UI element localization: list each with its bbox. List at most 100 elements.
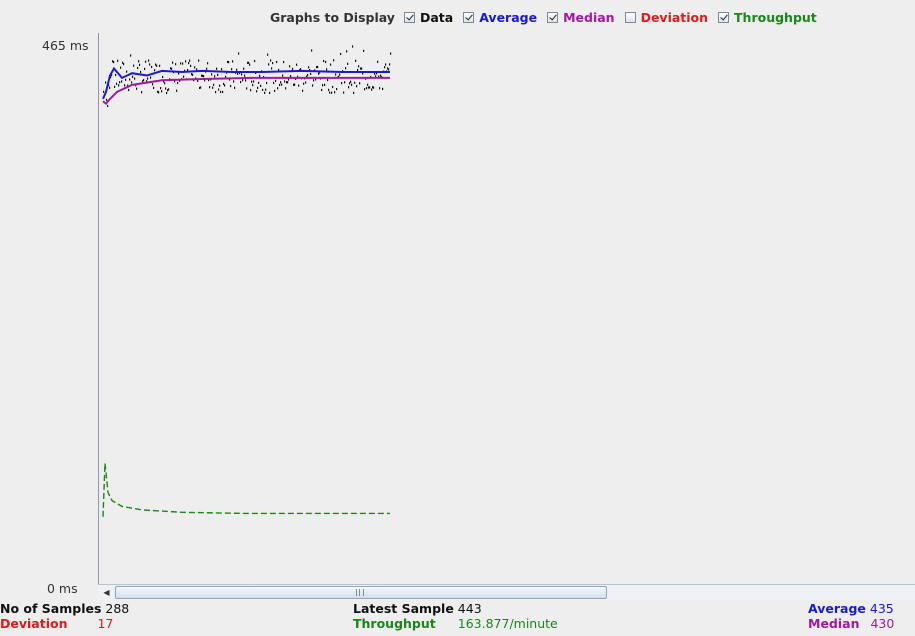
data-point [123, 63, 125, 66]
data-point [221, 68, 223, 71]
data-point [324, 83, 326, 86]
data-point [292, 67, 294, 70]
data-point [118, 84, 120, 87]
data-point [322, 84, 324, 87]
data-point [382, 87, 384, 90]
data-point [148, 59, 150, 62]
data-checkbox-box[interactable] [403, 11, 415, 23]
data-point [147, 77, 149, 80]
data-point [194, 66, 196, 69]
data-point [214, 75, 216, 78]
data-point [131, 81, 133, 84]
data-point [212, 86, 214, 89]
data-point [172, 61, 174, 64]
deviation-stat: Deviation 17 [0, 616, 113, 631]
data-point [276, 60, 278, 64]
data-point [298, 84, 300, 87]
data-point [216, 67, 218, 70]
horizontal-scrollbar[interactable]: ◀ [98, 584, 915, 600]
latest-sample-stat: Latest Sample 443 [353, 601, 482, 616]
data-point [192, 73, 194, 76]
data-point [347, 62, 349, 65]
data-point [253, 80, 255, 83]
data-point [106, 98, 108, 101]
data-point [224, 84, 226, 87]
data-point [336, 88, 338, 91]
data-point [296, 63, 298, 66]
data-point [273, 81, 275, 84]
graphs-to-display-bar: Graphs to Display Data Average Median De… [270, 8, 827, 26]
data-point [332, 85, 334, 89]
data-point [126, 70, 128, 73]
data-point [359, 82, 361, 85]
data-point [136, 87, 138, 90]
data-point [183, 75, 185, 78]
data-point [325, 60, 327, 64]
data-point [270, 59, 272, 62]
data-checkbox[interactable]: Data [403, 10, 453, 25]
median-checkbox-box[interactable] [547, 11, 559, 23]
throughput-checkbox-label: Throughput [734, 9, 817, 25]
data-point [250, 89, 252, 92]
throughput-checkbox[interactable]: Throughput [718, 10, 817, 25]
samples-stat: No of Samples 288 [0, 601, 129, 616]
data-point [331, 91, 333, 94]
data-point [388, 68, 390, 71]
throughput-checkbox-box[interactable] [718, 11, 730, 23]
deviation-checkbox[interactable]: Deviation [624, 9, 709, 25]
scrollbar-thumb[interactable] [115, 586, 607, 599]
data-point [248, 61, 250, 64]
data-point [384, 66, 386, 69]
data-point [310, 72, 312, 75]
y-axis-min-label: 0 ms [47, 581, 78, 596]
data-point [175, 63, 177, 66]
data-point [287, 81, 289, 84]
deviation-checkbox-box[interactable] [624, 11, 636, 23]
data-point [367, 83, 369, 86]
data-point [129, 78, 131, 81]
data-point [207, 62, 209, 65]
data-point [327, 78, 329, 82]
data-point [160, 87, 162, 90]
data-point [323, 59, 325, 63]
data-point [117, 59, 119, 62]
data-point [284, 80, 286, 83]
data-point [326, 68, 328, 71]
data-point [139, 63, 141, 66]
data-point [369, 86, 371, 89]
median-checkbox[interactable]: Median [547, 10, 615, 25]
data-point [128, 88, 130, 92]
data-point [256, 90, 258, 93]
data-point [231, 68, 233, 71]
data-point [103, 90, 105, 93]
data-point [357, 68, 359, 72]
scroll-left-arrow-icon[interactable]: ◀ [100, 586, 113, 598]
data-point [389, 63, 391, 66]
data-point [348, 86, 350, 89]
data-point [209, 86, 211, 89]
data-point [260, 84, 262, 87]
data-point [206, 67, 208, 70]
data-point [138, 60, 140, 63]
data-point [312, 84, 314, 87]
throughput-series-line [102, 463, 390, 517]
data-point [317, 65, 319, 69]
average-checkbox-box[interactable] [463, 11, 475, 23]
data-point [238, 52, 240, 55]
data-point [358, 65, 360, 68]
data-point [166, 91, 168, 95]
data-point [144, 67, 146, 70]
average-checkbox[interactable]: Average [463, 10, 537, 25]
data-point [161, 90, 163, 93]
data-point [162, 75, 164, 79]
data-point [132, 75, 134, 78]
data-point [105, 81, 107, 84]
average-checkbox-label: Average [479, 9, 538, 25]
average-value: 435 [869, 601, 894, 616]
deviation-checkbox-label: Deviation [640, 9, 709, 25]
data-point [267, 53, 269, 56]
data-point [279, 83, 281, 87]
data-point [252, 83, 254, 87]
median-label: Median [808, 616, 860, 631]
data-point [313, 79, 315, 82]
